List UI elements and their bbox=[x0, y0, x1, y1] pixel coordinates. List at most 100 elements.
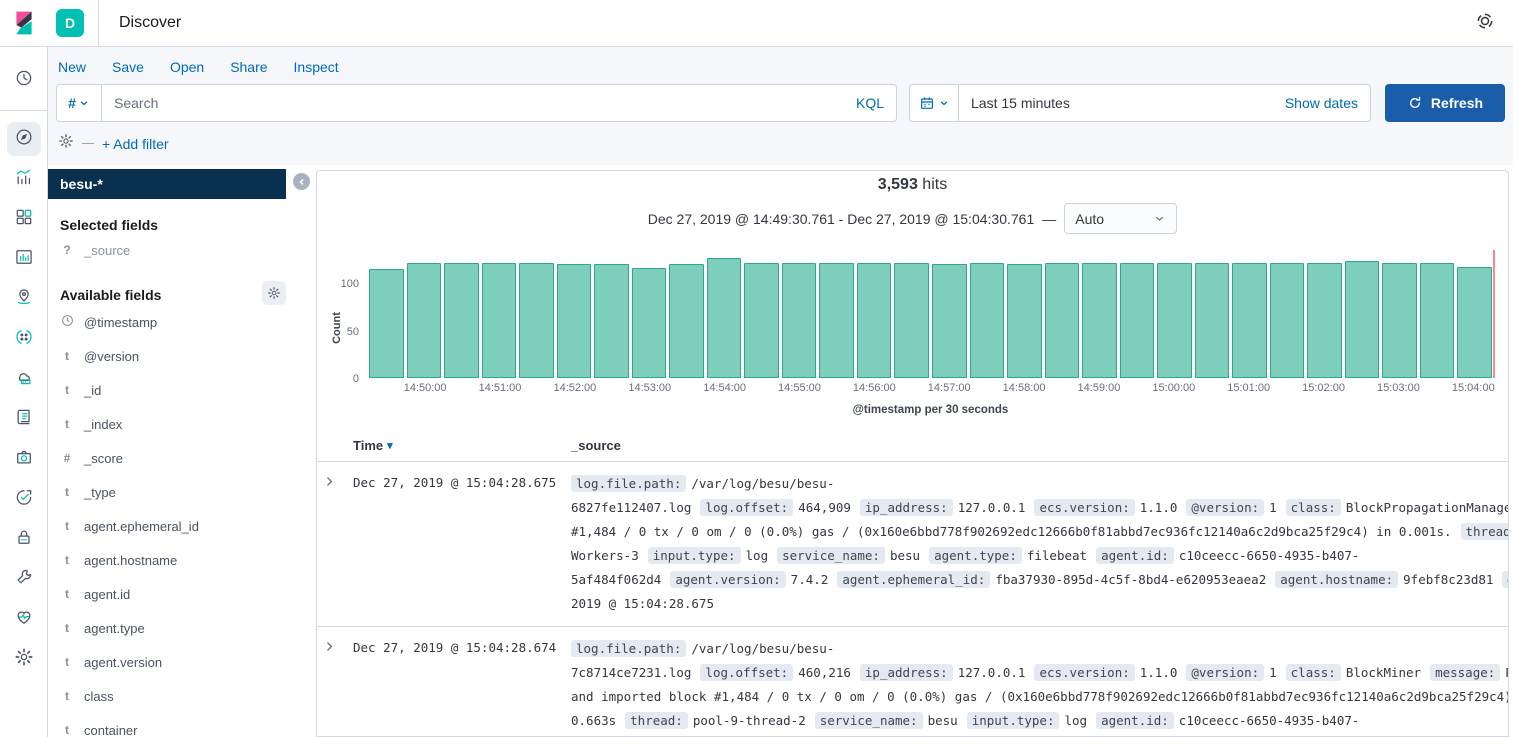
nav-uptime[interactable] bbox=[7, 482, 41, 516]
search-input[interactable] bbox=[114, 95, 856, 111]
histogram-bar-15:04:00[interactable] bbox=[1457, 267, 1492, 378]
histogram-bar-15:03:30[interactable] bbox=[1420, 263, 1455, 378]
menu-inspect[interactable]: Inspect bbox=[294, 59, 339, 75]
histogram-bar-14:55:30[interactable] bbox=[819, 263, 854, 378]
field-item-agent.version[interactable]: tagent.version bbox=[60, 645, 312, 679]
ml-dots-icon bbox=[14, 327, 34, 352]
nav-canvas[interactable] bbox=[7, 242, 41, 276]
histogram-bar-14:56:00[interactable] bbox=[857, 263, 892, 378]
expand-row-button[interactable] bbox=[323, 472, 353, 616]
recently-viewed-button[interactable] bbox=[7, 63, 41, 97]
histogram-bar-15:01:30[interactable] bbox=[1270, 263, 1305, 378]
add-filter-button[interactable]: + Add filter bbox=[102, 136, 169, 152]
histogram-bar-14:55:00[interactable] bbox=[782, 263, 817, 378]
histogram-bar-15:02:00[interactable] bbox=[1307, 263, 1342, 378]
time-range-field[interactable]: Last 15 minutes Show dates bbox=[958, 84, 1371, 122]
field-item-_type[interactable]: t_type bbox=[60, 475, 312, 509]
histogram-bar-15:01:00[interactable] bbox=[1232, 263, 1267, 378]
nav-dashboard[interactable] bbox=[7, 202, 41, 236]
help-icon[interactable] bbox=[1475, 11, 1495, 36]
histogram-plot-area[interactable] bbox=[369, 250, 1492, 378]
interval-select[interactable]: Auto bbox=[1064, 203, 1177, 234]
field-item-@timestamp[interactable]: @timestamp bbox=[60, 305, 312, 339]
histogram-bar-14:58:30[interactable] bbox=[1045, 263, 1080, 378]
histogram-bar-15:02:30[interactable] bbox=[1345, 261, 1380, 378]
histogram-bar-14:49:30[interactable] bbox=[369, 269, 404, 378]
gear-icon bbox=[14, 647, 34, 672]
histogram-bar-14:59:30[interactable] bbox=[1120, 263, 1155, 378]
nav-siem[interactable] bbox=[7, 522, 41, 556]
expand-row-button[interactable] bbox=[323, 637, 353, 737]
field-item-_source[interactable]: ?_source bbox=[60, 233, 312, 267]
histogram-bar-14:57:30[interactable] bbox=[970, 263, 1005, 378]
field-item-_index[interactable]: t_index bbox=[60, 407, 312, 441]
nav-logs[interactable] bbox=[7, 402, 41, 436]
histogram-bar-14:54:30[interactable] bbox=[744, 263, 779, 378]
nav-visualize[interactable] bbox=[7, 162, 41, 196]
histogram-bar-14:54:00[interactable] bbox=[707, 258, 742, 378]
field-settings-gear-icon[interactable] bbox=[262, 281, 286, 305]
histogram-bar-14:57:00[interactable] bbox=[932, 264, 967, 378]
field-item-agent.hostname[interactable]: tagent.hostname bbox=[60, 543, 312, 577]
nav-stack-monitoring[interactable] bbox=[7, 602, 41, 636]
menu-new[interactable]: New bbox=[58, 59, 86, 75]
histogram-bar-14:51:00[interactable] bbox=[482, 263, 517, 378]
collapse-sidebar-button[interactable] bbox=[293, 173, 310, 190]
histogram-bar-14:50:30[interactable] bbox=[444, 263, 479, 378]
histogram-bar-14:58:00[interactable] bbox=[1007, 264, 1042, 378]
histogram-bar-15:03:00[interactable] bbox=[1382, 263, 1417, 378]
nav-machine-learning[interactable] bbox=[7, 322, 41, 356]
field-badge-log.offset: log.offset: bbox=[700, 499, 793, 516]
field-item-_id[interactable]: t_id bbox=[60, 373, 312, 407]
field-item-@version[interactable]: t@version bbox=[60, 339, 312, 373]
nav-apm[interactable] bbox=[7, 362, 41, 396]
dashboard-icon bbox=[14, 207, 34, 232]
histogram-bar-14:51:30[interactable] bbox=[519, 263, 554, 378]
field-badge-thread: thread: bbox=[1461, 523, 1510, 540]
histogram-bar-14:53:00[interactable] bbox=[632, 268, 667, 378]
nav-discover[interactable] bbox=[7, 122, 41, 156]
saved-query-menu-button[interactable]: # bbox=[56, 84, 101, 122]
field-name: agent.hostname bbox=[84, 553, 177, 568]
histogram-bar-14:52:00[interactable] bbox=[557, 264, 592, 378]
time-column-header[interactable]: Time ▾ bbox=[353, 438, 571, 453]
menu-save[interactable]: Save bbox=[112, 59, 144, 75]
hits-summary: 3,593 hits bbox=[317, 176, 1508, 194]
histogram-bar-14:53:30[interactable] bbox=[669, 264, 704, 378]
field-item-container[interactable]: tcontainer bbox=[60, 713, 312, 737]
filter-options-gear-icon[interactable] bbox=[58, 133, 74, 154]
field-item-class[interactable]: tclass bbox=[60, 679, 312, 713]
histogram-bar-14:52:30[interactable] bbox=[594, 264, 629, 378]
menu-open[interactable]: Open bbox=[170, 59, 204, 75]
space-badge[interactable]: D bbox=[56, 9, 84, 37]
time-range-value[interactable]: Last 15 minutes bbox=[971, 95, 1070, 111]
chevron-right-icon bbox=[323, 640, 336, 653]
nav-metrics[interactable] bbox=[7, 442, 41, 476]
nav-dev-tools[interactable] bbox=[7, 562, 41, 596]
nav-maps[interactable] bbox=[7, 282, 41, 316]
field-type-string-icon: t bbox=[60, 587, 74, 601]
field-item-_score[interactable]: #_score bbox=[60, 441, 312, 475]
histogram-bar-15:00:00[interactable] bbox=[1157, 263, 1192, 378]
histogram-bar-15:00:30[interactable] bbox=[1195, 263, 1230, 378]
date-picker-button[interactable] bbox=[909, 84, 958, 122]
index-pattern-selector[interactable]: besu-* bbox=[48, 169, 286, 199]
documents-table: Time ▾ _source Dec 27, 2019 @ 15:04:28.6… bbox=[317, 430, 1508, 737]
refresh-button[interactable]: Refresh bbox=[1385, 84, 1505, 122]
histogram-bar-14:56:30[interactable] bbox=[894, 263, 929, 378]
field-item-agent.id[interactable]: tagent.id bbox=[60, 577, 312, 611]
field-item-agent.ephemeral_id[interactable]: tagent.ephemeral_id bbox=[60, 509, 312, 543]
menu-share[interactable]: Share bbox=[230, 59, 267, 75]
histogram-bar-14:50:00[interactable] bbox=[407, 263, 442, 378]
field-badge-ip_address: ip_address: bbox=[860, 499, 953, 516]
field-name: container bbox=[84, 723, 137, 737]
show-dates-button[interactable]: Show dates bbox=[1285, 95, 1358, 111]
nav-management[interactable] bbox=[7, 642, 41, 676]
chevron-left-icon bbox=[297, 177, 307, 187]
lock-icon bbox=[14, 527, 34, 552]
field-value-ip_address: 127.0.0.1 bbox=[958, 500, 1026, 515]
kql-toggle[interactable]: KQL bbox=[856, 95, 884, 111]
field-item-agent.type[interactable]: tagent.type bbox=[60, 611, 312, 645]
kibana-logo[interactable] bbox=[0, 0, 48, 46]
histogram-bar-14:59:00[interactable] bbox=[1082, 263, 1117, 378]
